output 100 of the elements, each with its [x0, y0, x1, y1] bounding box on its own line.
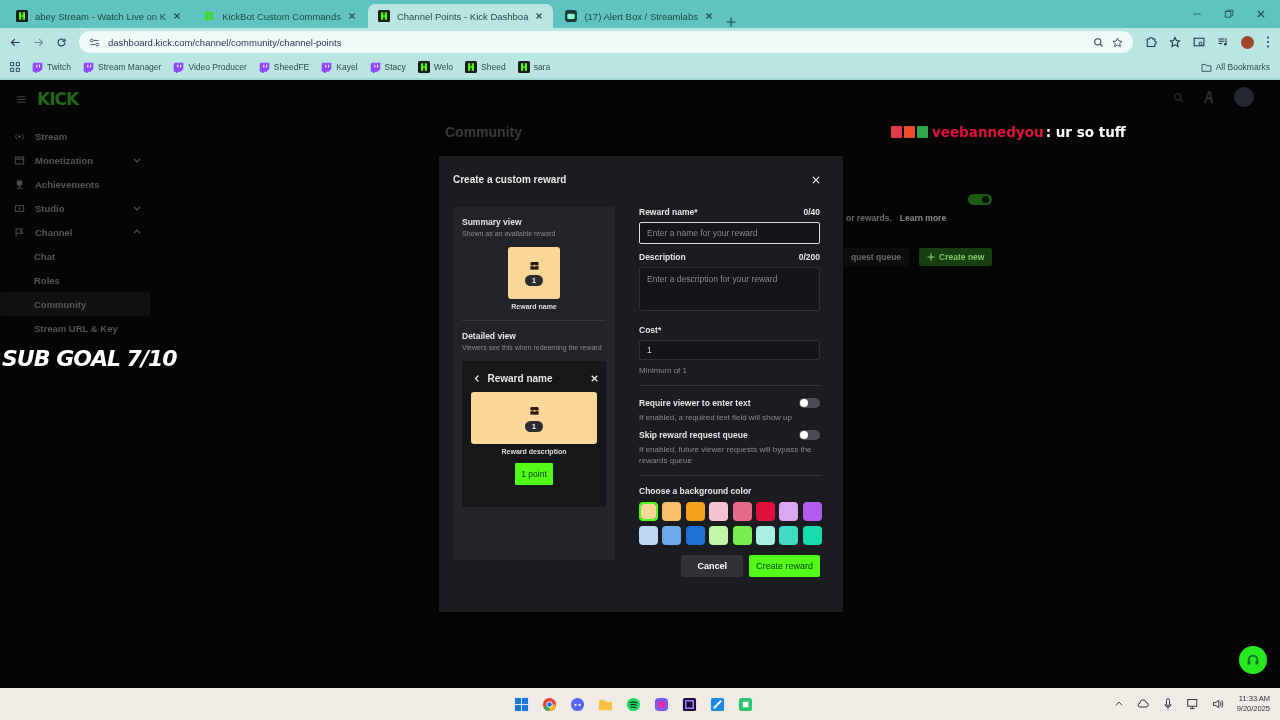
field-label: Cost* [639, 325, 662, 335]
color-swatch[interactable] [709, 525, 729, 545]
puzzle-icon[interactable] [1145, 36, 1157, 48]
discord-icon[interactable] [570, 696, 585, 712]
color-swatch[interactable] [709, 501, 729, 521]
tab-search-icon[interactable] [1193, 36, 1205, 48]
field-label: Description [639, 252, 686, 262]
app-icon[interactable] [654, 696, 669, 712]
chrome-icon[interactable] [542, 696, 557, 712]
reward-name-input[interactable]: Enter a name for your reward [639, 222, 820, 244]
pen-app-icon[interactable] [710, 696, 725, 712]
browser-tab[interactable]: Channel Points - Kick Dashboa [367, 4, 554, 28]
toggle-help: If enabled, a required text field will show up [639, 412, 793, 424]
color-swatch[interactable] [779, 525, 799, 545]
cloud-icon[interactable] [1136, 698, 1149, 710]
back-chevron-icon[interactable] [472, 374, 481, 383]
field-label: Choose a background color [639, 485, 753, 496]
microphone-icon[interactable] [1161, 698, 1174, 710]
chevron-down-icon [132, 155, 142, 165]
bookmark[interactable]: Twitch [32, 61, 72, 73]
chevron-up-icon [132, 227, 142, 237]
more-menu-icon[interactable] [1266, 36, 1270, 48]
cancel-button[interactable]: Cancel [681, 554, 743, 577]
profile-avatar[interactable] [1241, 35, 1254, 49]
windows-start-icon[interactable] [514, 696, 529, 712]
chat-username: veebannedyou [932, 124, 1044, 140]
color-swatch[interactable] [662, 501, 682, 521]
forward-arrow-icon[interactable] [33, 36, 44, 48]
sub-badge-icon [917, 126, 928, 138]
media-controls-icon[interactable] [1217, 36, 1229, 48]
zoom-icon[interactable] [1093, 36, 1104, 48]
create-new-button[interactable]: Create new [919, 248, 993, 266]
color-swatch[interactable] [732, 501, 752, 521]
color-swatch[interactable] [779, 501, 799, 521]
section-title: Detailed view [462, 331, 517, 341]
request-queue-button[interactable]: quest queue [843, 248, 910, 266]
spotify-icon[interactable] [626, 696, 641, 712]
gem-badge-icon [891, 126, 902, 138]
color-swatch[interactable] [639, 501, 658, 521]
bookmark[interactable]: Stream Manager [83, 61, 162, 73]
toggle-switch[interactable] [799, 429, 820, 440]
plus-icon [927, 253, 936, 261]
close-icon[interactable] [535, 12, 544, 20]
cost-input[interactable]: 1 [639, 340, 820, 360]
browser-tab[interactable]: (17) Alert Box / Streamlabs [555, 4, 723, 28]
description-text: or rewards. [846, 213, 892, 223]
bookmark[interactable]: Stacy [369, 61, 406, 73]
reward-name: Reward name [487, 373, 554, 384]
trophy-icon [14, 178, 25, 190]
address-bar[interactable]: dashboard.kick.com/channel/community/channel-points [79, 31, 1133, 53]
restore-icon[interactable] [1224, 9, 1234, 19]
browser-tab[interactable]: KickBot Custom Commands [193, 4, 366, 28]
site-settings-icon[interactable] [89, 36, 100, 48]
browser-tab[interactable]: abey Stream - Watch Live on K [6, 4, 192, 28]
camera-icon [14, 202, 25, 214]
color-swatch[interactable] [732, 525, 752, 545]
redeem-button[interactable]: 1 point [515, 463, 553, 485]
bookmark[interactable]: sara [517, 61, 551, 73]
bookmark[interactable]: Welo [417, 61, 454, 73]
bookmark[interactable]: Video Producer [173, 61, 247, 73]
color-swatch[interactable] [802, 501, 822, 521]
new-tab-icon[interactable] [724, 16, 737, 28]
description-input[interactable]: Enter a description for your reward [639, 267, 820, 311]
toggle-label: Skip reward request queue [639, 429, 748, 440]
support-chat-button[interactable] [1239, 646, 1267, 674]
chevron-up-icon[interactable] [1113, 699, 1124, 709]
calendar-icon [14, 154, 25, 166]
back-arrow-icon[interactable] [10, 36, 21, 48]
color-swatch[interactable] [639, 525, 658, 545]
bookmark[interactable]: Kayel [321, 61, 358, 73]
create-reward-button[interactable]: Create reward [748, 554, 820, 577]
char-counter: 0/40 [803, 207, 820, 217]
treasure-chest-icon [528, 404, 540, 416]
enable-toggle[interactable] [968, 194, 992, 205]
color-swatch[interactable] [802, 525, 822, 545]
reload-icon[interactable] [56, 36, 67, 48]
apps-grid-icon[interactable] [10, 62, 20, 72]
bookmark-star-icon[interactable] [1169, 36, 1181, 48]
chat-message: : ur so tuff [1045, 124, 1126, 140]
color-swatch[interactable] [685, 525, 705, 545]
bookmark[interactable]: SheedFE [258, 61, 310, 73]
field-hint: Minimum of 1 [639, 366, 688, 375]
all-bookmarks-button[interactable]: All Bookmarks [1200, 61, 1270, 73]
color-swatch[interactable] [662, 525, 682, 545]
bookmark[interactable]: Sheed [465, 61, 506, 73]
dialog-title: Create a custom reward [453, 174, 567, 185]
toggle-switch[interactable] [799, 398, 820, 408]
color-swatch[interactable] [685, 501, 705, 521]
learn-more-link[interactable]: Learn more [899, 213, 947, 223]
twitch-logo-icon [258, 61, 270, 73]
char-counter: 0/200 [798, 252, 820, 262]
star-icon[interactable] [1112, 36, 1123, 48]
toggle-help: If enabled, future viewer requests will bypass the rewards queue [639, 443, 813, 467]
color-swatch[interactable] [755, 501, 775, 521]
og-badge-icon [904, 126, 915, 138]
color-swatch[interactable] [755, 525, 775, 545]
clover-icon [203, 10, 216, 22]
speaker-icon[interactable] [1211, 698, 1224, 710]
display-icon[interactable] [1186, 698, 1199, 710]
treasure-chest-icon [528, 260, 540, 271]
